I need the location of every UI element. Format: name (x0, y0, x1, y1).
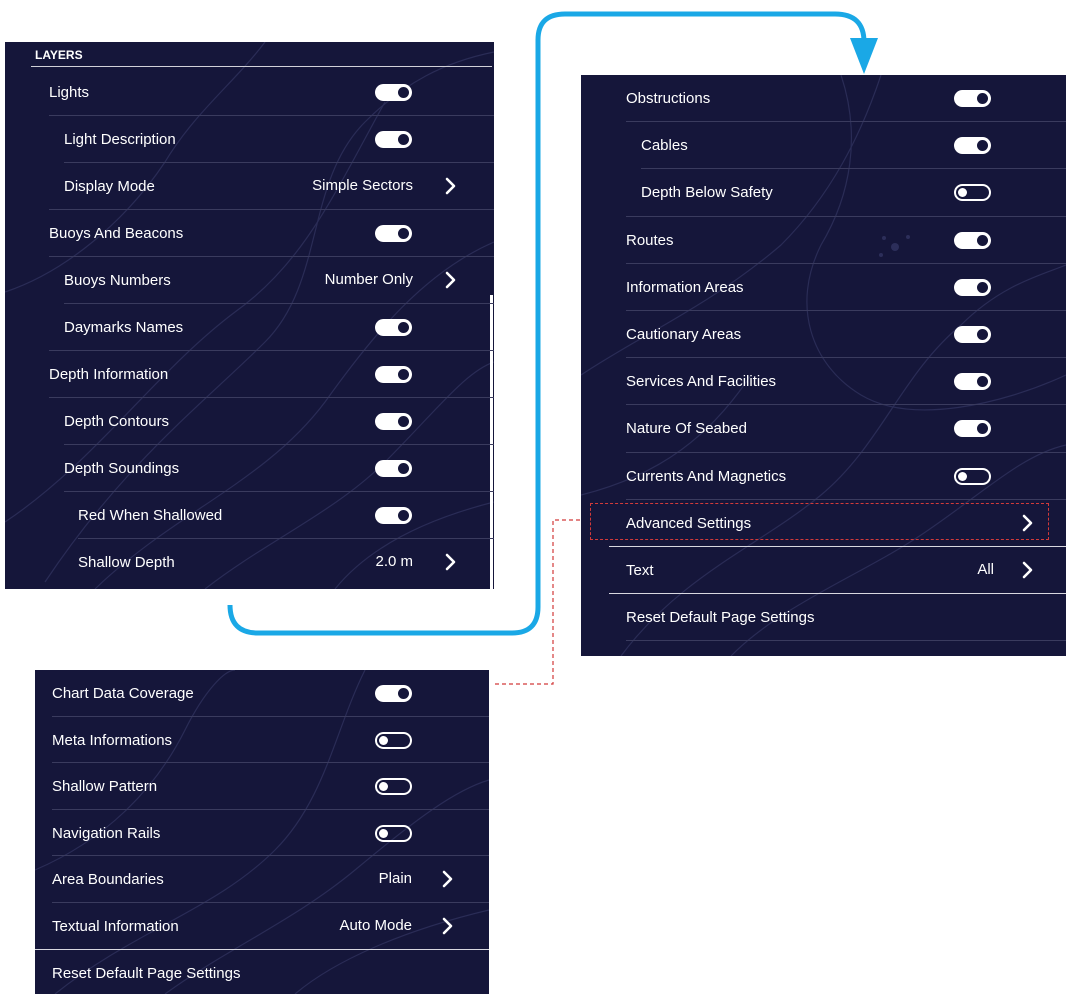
setting-label: Light Description (64, 131, 176, 148)
setting-label: Routes (626, 231, 674, 249)
toggle-switch-on[interactable] (375, 685, 412, 702)
layers-panel-2: Obstructions Cables Depth Below Safety Rout… (581, 75, 1066, 656)
setting-value: Simple Sectors (312, 177, 413, 194)
setting-label: Reset Default Page Settings (626, 609, 815, 627)
setting-label: Display Mode (64, 178, 155, 195)
setting-row-depth-contours[interactable]: Depth Contours (5, 398, 494, 445)
setting-row-navigation-rails[interactable]: Navigation Rails (35, 810, 489, 857)
setting-label: Chart Data Coverage (52, 685, 194, 702)
setting-value: Auto Mode (339, 917, 412, 934)
toggle-switch-off[interactable] (375, 824, 412, 842)
header-divider (31, 66, 492, 67)
setting-row-area-boundaries[interactable]: Area Boundaries Plain (35, 856, 489, 903)
setting-row-depth-below-safety[interactable]: Depth Below Safety (581, 169, 1066, 216)
setting-row-light-description[interactable]: Light Description (5, 116, 494, 163)
row-divider (626, 640, 1066, 642)
setting-row-depth-information[interactable]: Depth Information (5, 351, 494, 398)
setting-label: Cables (641, 137, 688, 155)
setting-row-reset-default-page-settings[interactable]: Reset Default Page Settings (35, 950, 489, 994)
setting-row-daymarks-names[interactable]: Daymarks Names (5, 304, 494, 351)
setting-value: Number Only (324, 271, 413, 288)
setting-label: Obstructions (626, 90, 711, 107)
setting-label: Depth Below Safety (641, 184, 773, 202)
chevron-right-icon[interactable] (1019, 561, 1037, 579)
chevron-right-icon[interactable] (442, 271, 460, 289)
setting-row-reset-default-page-settings[interactable]: Reset Default Page Settings (581, 594, 1066, 641)
setting-label: Nature Of Seabed (626, 420, 747, 438)
toggle-switch-off[interactable] (375, 778, 412, 796)
toggle-switch-on[interactable] (954, 420, 991, 438)
setting-row-lights[interactable]: Lights (5, 69, 494, 116)
toggle-switch-on[interactable] (375, 225, 412, 242)
setting-row-red-when-shallowed[interactable]: Red When Shallowed (5, 492, 494, 539)
toggle-switch-on[interactable] (375, 460, 412, 477)
toggle-switch-on[interactable] (954, 373, 991, 391)
toggle-switch-on[interactable] (954, 90, 991, 107)
chevron-right-icon[interactable] (439, 870, 457, 888)
setting-row-buoys-and-beacons[interactable]: Buoys And Beacons (5, 210, 494, 257)
setting-label: Reset Default Page Settings (52, 964, 241, 982)
setting-label: Information Areas (626, 278, 744, 296)
toggle-switch-on[interactable] (954, 137, 991, 155)
setting-label: Depth Contours (64, 413, 170, 430)
toggle-switch-on[interactable] (954, 326, 991, 343)
setting-value: Plain (378, 870, 412, 888)
advanced-settings-highlight (590, 503, 1049, 540)
setting-label: Services And Facilities (626, 373, 777, 391)
toggle-switch-off[interactable] (375, 731, 412, 749)
setting-row-currents-and-magnetics[interactable]: Currents And Magnetics (581, 453, 1066, 500)
setting-label: Textual Information (52, 918, 179, 935)
setting-row-buoys-numbers[interactable]: Buoys Numbers Number Only (5, 257, 494, 304)
setting-row-cautionary-areas[interactable]: Cautionary Areas (581, 311, 1066, 358)
setting-row-services-and-facilities[interactable]: Services And Facilities (581, 358, 1066, 405)
toggle-switch-on[interactable] (375, 413, 412, 430)
setting-row-information-areas[interactable]: Information Areas (581, 264, 1066, 311)
setting-row-display-mode[interactable]: Display Mode Simple Sectors (5, 163, 494, 210)
setting-row-shallow-pattern[interactable]: Shallow Pattern (35, 763, 489, 810)
setting-label: Area Boundaries (52, 871, 164, 889)
setting-row-depth-soundings[interactable]: Depth Soundings (5, 445, 494, 492)
setting-label: Depth Information (49, 366, 169, 383)
toggle-switch-on[interactable] (375, 84, 412, 101)
setting-label: Depth Soundings (64, 460, 180, 477)
setting-row-nature-of-seabed[interactable]: Nature Of Seabed (581, 405, 1066, 452)
setting-value: All (977, 561, 994, 578)
layers-panel-3: Chart Data Coverage Meta Informations Shal… (35, 670, 489, 994)
setting-row-text[interactable]: Text All (581, 547, 1066, 594)
toggle-switch-on[interactable] (375, 507, 412, 524)
setting-label: Shallow Pattern (52, 778, 158, 796)
setting-row-routes[interactable]: Routes (581, 217, 1066, 264)
setting-label: Buoys And Beacons (49, 225, 184, 242)
setting-label: Lights (49, 84, 90, 101)
layers-panel-1: LAYERS Lights Light Description Display Mo… (5, 42, 494, 589)
chevron-right-icon[interactable] (442, 177, 460, 195)
setting-label: Daymarks Names (64, 319, 184, 336)
setting-label: Navigation Rails (52, 824, 161, 842)
setting-row-chart-data-coverage[interactable]: Chart Data Coverage (35, 670, 489, 717)
setting-value: 2.0 m (375, 553, 413, 570)
toggle-switch-off[interactable] (954, 184, 991, 202)
layers-header: LAYERS (35, 48, 83, 62)
chevron-right-icon[interactable] (439, 917, 457, 935)
toggle-switch-on[interactable] (375, 319, 412, 336)
setting-row-textual-information[interactable]: Textual Information Auto Mode (35, 903, 489, 950)
setting-row-cables[interactable]: Cables (581, 122, 1066, 169)
setting-label: Meta Informations (52, 731, 173, 749)
setting-row-meta-informations[interactable]: Meta Informations (35, 717, 489, 764)
toggle-switch-on[interactable] (954, 278, 991, 296)
toggle-switch-off[interactable] (954, 467, 991, 485)
toggle-switch-on[interactable] (375, 366, 412, 383)
setting-label: Red When Shallowed (78, 507, 223, 524)
setting-label: Shallow Depth (78, 554, 175, 571)
setting-row-obstructions[interactable]: Obstructions (581, 75, 1066, 122)
toggle-switch-on[interactable] (954, 231, 991, 249)
chevron-right-icon[interactable] (442, 553, 460, 571)
setting-label: Currents And Magnetics (626, 467, 787, 485)
setting-label: Cautionary Areas (626, 326, 742, 343)
toggle-switch-on[interactable] (375, 131, 412, 148)
setting-label: Buoys Numbers (64, 272, 171, 289)
setting-row-shallow-depth[interactable]: Shallow Depth 2.0 m (5, 539, 494, 586)
